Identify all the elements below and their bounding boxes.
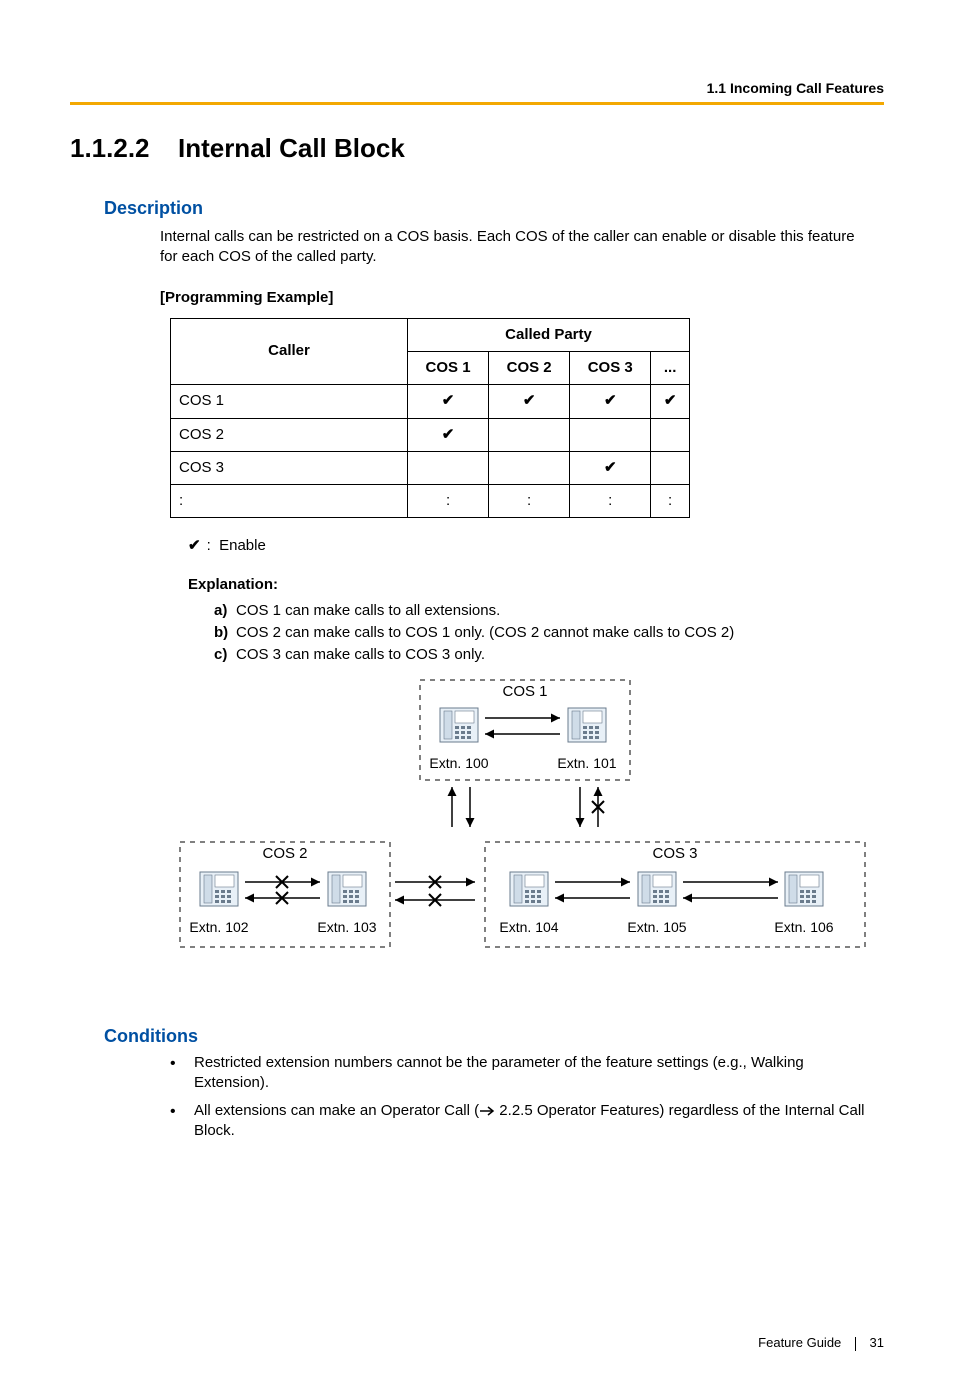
cell [651, 418, 690, 451]
cell: ✔ [408, 385, 489, 418]
cell [651, 451, 690, 484]
description-body: Internal calls can be restricted on a CO… [160, 227, 874, 992]
table-row: COS 1 ✔ ✔ ✔ ✔ [171, 385, 690, 418]
footer-separator [855, 1337, 856, 1351]
col-cos3: COS 3 [570, 352, 651, 385]
cell: ✔ [408, 418, 489, 451]
condition-link[interactable]: 2.2.5 Operator Features [495, 1102, 659, 1119]
section-number: 1.1.2.2 [70, 133, 150, 164]
cos-diagram: COS 1 Extn. 100 Extn. 101 COS 2 Extn. 10 [160, 672, 880, 992]
exp-marker: b) [214, 623, 236, 643]
cell [570, 418, 651, 451]
diagram-ext104: Extn. 104 [499, 919, 558, 935]
programming-example-label: [Programming Example] [160, 288, 874, 308]
explanation-block: Explanation: a)COS 1 can make calls to a… [188, 575, 874, 666]
diagram-cos1-label: COS 1 [502, 683, 547, 700]
row-label: COS 1 [171, 385, 408, 418]
explanation-item: c)COS 3 can make calls to COS 3 only. [214, 645, 874, 665]
cell: ✔ [570, 385, 651, 418]
cell: : [570, 485, 651, 518]
cell: : [408, 485, 489, 518]
row-label: COS 2 [171, 418, 408, 451]
diagram-ext100: Extn. 100 [429, 755, 488, 771]
called-party-header: Called Party [408, 318, 690, 351]
exp-text: COS 1 can make calls to all extensions. [236, 602, 500, 619]
header-rule [70, 102, 884, 105]
footer-guide: Feature Guide [758, 1335, 841, 1350]
col-cos1: COS 1 [408, 352, 489, 385]
section-heading: 1.1.2.2 Internal Call Block [70, 133, 884, 164]
caller-header: Caller [171, 318, 408, 385]
section-title: Internal Call Block [178, 133, 405, 164]
conditions-heading: Conditions [104, 1026, 884, 1047]
header-breadcrumb: 1.1 Incoming Call Features [70, 80, 884, 96]
diagram-ext106: Extn. 106 [774, 919, 833, 935]
cell [408, 451, 489, 484]
diagram-ext105: Extn. 105 [627, 919, 686, 935]
cell: ✔ [489, 385, 570, 418]
footer-page-number: 31 [870, 1335, 884, 1350]
check-icon: ✔ [188, 537, 201, 554]
table-row: COS 3 ✔ [171, 451, 690, 484]
condition-item: Restricted extension numbers cannot be t… [160, 1053, 874, 1094]
cell [489, 418, 570, 451]
diagram-cos3-label: COS 3 [652, 845, 697, 862]
diagram-ext103: Extn. 103 [317, 919, 376, 935]
exp-text: COS 3 can make calls to COS 3 only. [236, 646, 485, 663]
condition-text: Restricted extension numbers cannot be t… [194, 1054, 804, 1091]
description-heading: Description [104, 198, 884, 219]
description-text: Internal calls can be restricted on a CO… [160, 227, 874, 268]
col-more: ... [651, 352, 690, 385]
condition-item: All extensions can make an Operator Call… [160, 1101, 874, 1142]
legend-colon: : [207, 537, 211, 554]
cos-table: Caller Called Party COS 1 COS 2 COS 3 ..… [170, 318, 690, 519]
cell: ✔ [651, 385, 690, 418]
conditions-list: Restricted extension numbers cannot be t… [160, 1053, 884, 1142]
row-label: : [171, 485, 408, 518]
cell [489, 451, 570, 484]
diagram-cos2-label: COS 2 [262, 845, 307, 862]
cell: : [489, 485, 570, 518]
exp-marker: a) [214, 601, 236, 621]
enable-legend: ✔: Enable [188, 536, 874, 556]
row-label: COS 3 [171, 451, 408, 484]
diagram-ext102: Extn. 102 [189, 919, 248, 935]
condition-text-pre: All extensions can make an Operator Call… [194, 1102, 479, 1119]
explanation-heading: Explanation: [188, 575, 874, 595]
page-footer: Feature Guide 31 [758, 1335, 884, 1351]
enable-label: Enable [219, 537, 266, 554]
exp-text: COS 2 can make calls to COS 1 only. (COS… [236, 624, 734, 641]
cell: : [651, 485, 690, 518]
table-header-row: Caller Called Party [171, 318, 690, 351]
diagram-ext101: Extn. 101 [557, 755, 616, 771]
col-cos2: COS 2 [489, 352, 570, 385]
table-row: COS 2 ✔ [171, 418, 690, 451]
arrow-right-icon [479, 1106, 495, 1116]
explanation-item: a)COS 1 can make calls to all extensions… [214, 601, 874, 621]
cell: ✔ [570, 451, 651, 484]
page: 1.1 Incoming Call Features 1.1.2.2 Inter… [0, 0, 954, 1391]
explanation-item: b)COS 2 can make calls to COS 1 only. (C… [214, 623, 874, 643]
table-row: : : : : : [171, 485, 690, 518]
exp-marker: c) [214, 645, 236, 665]
